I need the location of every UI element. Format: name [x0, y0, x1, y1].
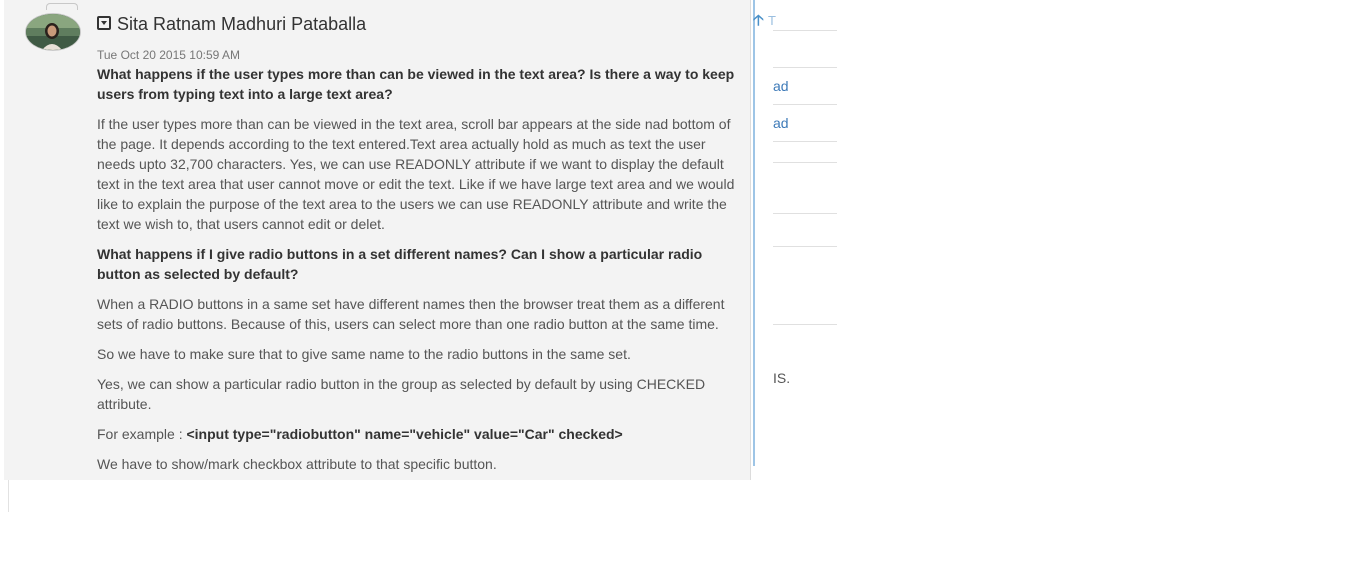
- author-name[interactable]: Sita Ratnam Madhuri Pataballa: [117, 13, 366, 35]
- comment-card: Sita Ratnam Madhuri Pataballa Tue Oct 20…: [4, 0, 751, 480]
- background-divider: [773, 213, 837, 214]
- background-link-read[interactable]: ad: [773, 78, 789, 94]
- arrow-up-icon[interactable]: 🡡: [753, 13, 767, 29]
- page: 🡡 T ad ad IS. Sita Ratnam Madhuri Pataba…: [0, 0, 1360, 573]
- example-code: <input type="radiobutton" name="vehicle"…: [186, 426, 623, 442]
- background-divider: [773, 67, 837, 68]
- background-divider: [773, 162, 837, 163]
- background-divider: [773, 324, 837, 325]
- question-radio-buttons: What happens if I give radio buttons in …: [97, 246, 703, 282]
- background-top-link[interactable]: T: [768, 13, 776, 29]
- question-textarea: What happens if the user types more than…: [97, 66, 735, 102]
- avatar-frame-tab: [46, 3, 78, 10]
- scroll-indicator-line: [753, 0, 755, 466]
- background-divider: [773, 141, 837, 142]
- answer-checked: Yes, we can show a particular radio butt…: [97, 376, 706, 412]
- comment-body: What happens if the user types more than…: [97, 64, 741, 480]
- background-divider: [773, 246, 837, 247]
- comment-timestamp: Tue Oct 20 2015 10:59 AM: [97, 48, 240, 62]
- avatar-photo-icon: [26, 14, 80, 50]
- background-link-read[interactable]: ad: [773, 115, 789, 131]
- answer-textarea: If the user types more than can be viewe…: [97, 116, 735, 232]
- example-prefix: For example :: [97, 426, 187, 442]
- background-text: IS.: [773, 370, 791, 386]
- example-line: For example : <input type="radiobutton" …: [97, 424, 741, 444]
- avatar[interactable]: [25, 13, 81, 51]
- collapse-toggle-icon[interactable]: [97, 16, 111, 30]
- answer-radio-names: When a RADIO buttons in a same set have …: [97, 296, 725, 332]
- background-divider: [773, 30, 837, 31]
- answer-same-name: So we have to make sure that to give sam…: [97, 346, 631, 362]
- cut-off-line: We have to show/mark checkbox attribute …: [97, 456, 497, 472]
- background-divider: [773, 104, 837, 105]
